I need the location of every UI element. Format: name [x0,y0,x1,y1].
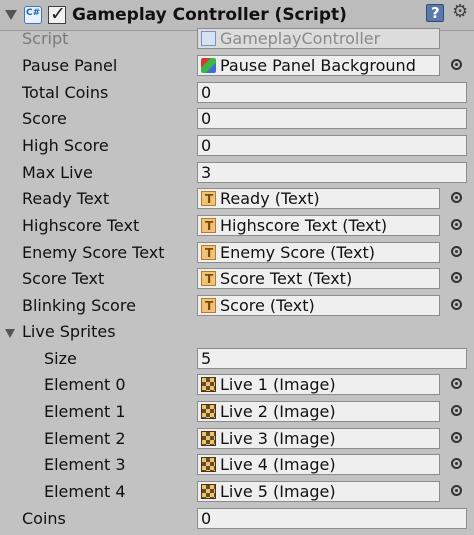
text-component-icon [201,244,216,262]
size-label: Size [44,349,77,368]
csharp-script-icon [24,6,42,24]
blinking-score-value: Score (Text) [220,296,315,315]
text-component-icon [201,297,216,315]
component-enabled-checkbox[interactable] [48,3,66,25]
gear-icon[interactable]: ⚙ [452,3,470,21]
element-field[interactable]: Live 2 (Image) [197,401,440,422]
high-score-row: High Score 0 [0,133,474,159]
element-value: Live 5 (Image) [220,482,336,501]
element-row: Element 1 Live 2 (Image) [0,399,474,425]
high-score-input[interactable]: 0 [197,135,467,156]
object-picker-icon[interactable] [451,219,462,230]
element-value: Live 3 (Image) [220,429,336,448]
max-live-label: Max Live [22,163,93,182]
object-picker-icon[interactable] [451,59,462,70]
blinking-score-label: Blinking Score [22,296,136,315]
element-row: Element 2 Live 3 (Image) [0,426,474,452]
text-component-icon [201,217,216,235]
gameobject-icon [201,58,216,73]
element-value: Live 1 (Image) [220,375,336,394]
highscore-text-value: Highscore Text (Text) [220,216,388,235]
live-sprites-label: Live Sprites [22,322,116,341]
ready-text-row: Ready Text Ready (Text) [0,186,474,212]
score-text-value: Score Text (Text) [220,269,353,288]
script-file-icon [201,31,216,46]
component-title: Gameplay Controller (Script) [72,5,347,25]
object-picker-icon[interactable] [451,299,462,310]
pause-panel-value: Pause Panel Background [220,56,416,75]
ready-text-value: Ready (Text) [220,189,320,208]
script-field: GameplayController [197,28,440,49]
element-row: Element 0 Live 1 (Image) [0,372,474,398]
element-label: Element 1 [44,402,126,421]
image-component-icon [201,431,216,446]
total-coins-input[interactable]: 0 [197,82,467,103]
blinking-score-field[interactable]: Score (Text) [197,295,440,316]
element-field[interactable]: Live 1 (Image) [197,374,440,395]
text-component-icon [201,270,216,288]
highscore-text-field[interactable]: Highscore Text (Text) [197,215,440,236]
element-field[interactable]: Live 3 (Image) [197,428,440,449]
object-picker-icon[interactable] [451,246,462,257]
image-component-icon [201,404,216,419]
max-live-input[interactable]: 3 [197,162,467,183]
image-component-icon [201,457,216,472]
element-label: Element 2 [44,429,126,448]
text-component-icon [201,190,216,208]
score-text-field[interactable]: Score Text (Text) [197,268,440,289]
object-picker-icon[interactable] [451,405,462,416]
highscore-text-label: Highscore Text [22,216,140,235]
element-label: Element 0 [44,375,126,394]
element-field[interactable]: Live 5 (Image) [197,481,440,502]
object-picker-icon[interactable] [451,192,462,203]
coins-label: Coins [22,509,66,528]
score-label: Score [22,109,67,128]
score-text-label: Score Text [22,269,105,288]
enemy-score-text-field[interactable]: Enemy Score (Text) [197,242,440,263]
score-input[interactable]: 0 [197,108,467,129]
live-sprites-row[interactable]: Live Sprites [0,319,474,345]
image-component-icon [201,484,216,499]
element-row: Element 4 Live 5 (Image) [0,479,474,505]
enemy-score-text-label: Enemy Score Text [22,243,165,262]
object-picker-icon[interactable] [451,485,462,496]
foldout-arrow-icon[interactable] [5,329,15,338]
object-picker-icon[interactable] [451,378,462,389]
score-text-row: Score Text Score Text (Text) [0,266,474,292]
element-field[interactable]: Live 4 (Image) [197,454,440,475]
size-input[interactable]: 5 [197,348,467,369]
score-row: Score 0 [0,106,474,132]
total-coins-label: Total Coins [22,83,109,102]
pause-panel-field[interactable]: Pause Panel Background [197,55,440,76]
object-picker-icon[interactable] [451,458,462,469]
live-sprites-size-row: Size 5 [0,346,474,372]
blinking-score-row: Blinking Score Score (Text) [0,293,474,319]
coins-input[interactable]: 0 [197,508,467,529]
script-label: Script [22,29,69,48]
element-value: Live 4 (Image) [220,455,336,474]
ready-text-label: Ready Text [22,189,110,208]
max-live-row: Max Live 3 [0,160,474,186]
total-coins-row: Total Coins 0 [0,80,474,106]
help-icon[interactable] [426,4,444,22]
enemy-score-text-value: Enemy Score (Text) [220,243,375,262]
object-picker-icon[interactable] [451,432,462,443]
element-row: Element 3 Live 4 (Image) [0,452,474,478]
foldout-arrow-icon[interactable] [5,10,17,20]
pause-panel-label: Pause Panel [22,56,118,75]
script-value: GameplayController [220,29,381,48]
pause-panel-row: Pause Panel Pause Panel Background [0,53,474,79]
ready-text-field[interactable]: Ready (Text) [197,188,440,209]
coins-row: Coins 0 [0,506,474,532]
high-score-label: High Score [22,136,109,155]
element-label: Element 4 [44,482,126,501]
element-value: Live 2 (Image) [220,402,336,421]
object-picker-icon[interactable] [451,272,462,283]
script-row: Script GameplayController [0,26,474,52]
enemy-score-text-row: Enemy Score Text Enemy Score (Text) [0,240,474,266]
image-component-icon [201,377,216,392]
element-label: Element 3 [44,455,126,474]
highscore-text-row: Highscore Text Highscore Text (Text) [0,213,474,239]
